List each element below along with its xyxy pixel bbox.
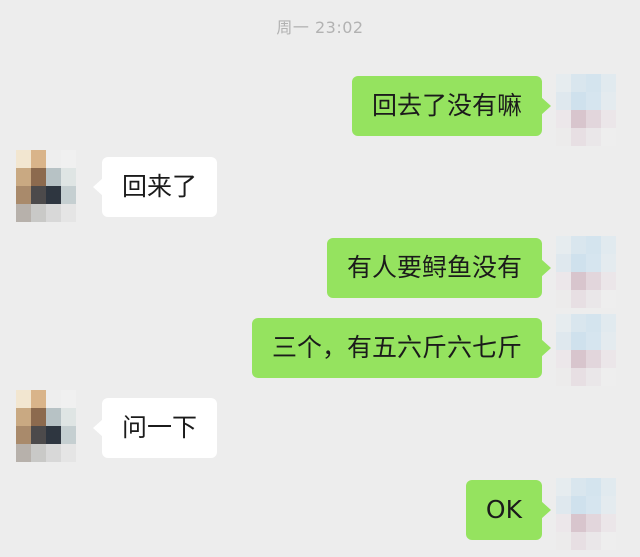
chat-window: 周一 23:02 回去了没有嘛 回来了 有人要鲟鱼没有 三个，有五六斤六七斤 问…	[0, 0, 640, 557]
avatar[interactable]	[16, 390, 76, 462]
message-bubble-sent[interactable]: 回去了没有嘛	[351, 76, 552, 136]
avatar[interactable]	[556, 236, 616, 308]
avatar[interactable]	[16, 150, 76, 222]
avatar[interactable]	[556, 74, 616, 146]
message-bubble-received[interactable]: 回来了	[92, 157, 218, 217]
avatar[interactable]	[556, 314, 616, 386]
message-bubble-sent[interactable]: OK	[465, 480, 552, 540]
avatar[interactable]	[556, 478, 616, 550]
message-bubble-sent[interactable]: 三个，有五六斤六七斤	[251, 318, 552, 378]
message-bubble-received[interactable]: 问一下	[92, 398, 218, 458]
message-timestamp: 周一 23:02	[276, 18, 364, 37]
message-bubble-sent[interactable]: 有人要鲟鱼没有	[326, 238, 552, 298]
